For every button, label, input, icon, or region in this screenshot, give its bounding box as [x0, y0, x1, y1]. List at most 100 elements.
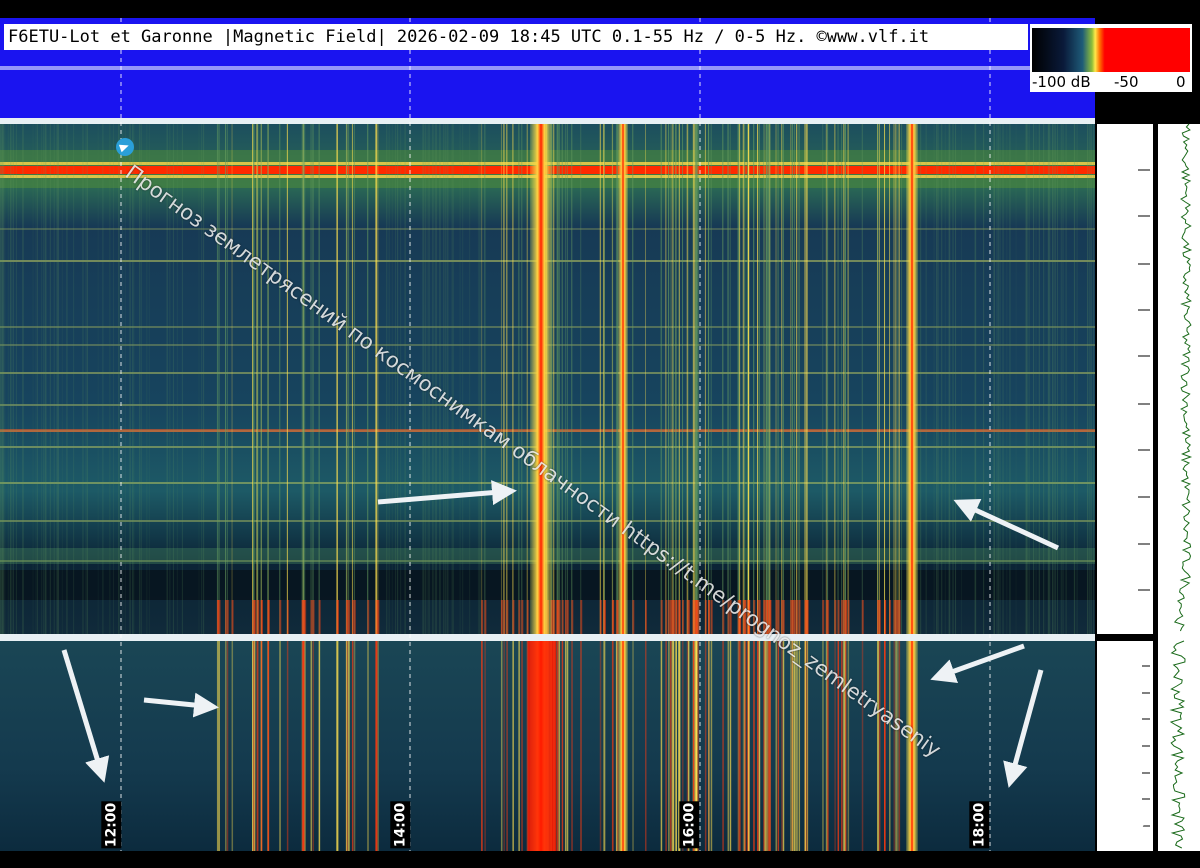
db-label-max: 0 — [1176, 73, 1186, 91]
vertical-trace — [847, 600, 850, 634]
vertical-trace — [353, 641, 356, 851]
vertical-trace — [877, 124, 879, 634]
vertical-trace — [1087, 124, 1089, 634]
vertical-trace — [895, 641, 897, 851]
vertical-trace — [3, 124, 5, 634]
vertical-trace — [781, 124, 783, 634]
vertical-trace — [925, 124, 927, 634]
lower-y-tick: 3.0 — [1121, 685, 1142, 700]
vertical-trace — [484, 600, 487, 634]
vertical-trace — [302, 124, 304, 634]
vertical-trace — [889, 124, 891, 634]
vertical-trace — [267, 641, 269, 851]
vertical-trace — [893, 641, 896, 851]
vertical-trace — [558, 124, 560, 634]
upper-y-tick: 45 — [1097, 208, 1114, 223]
time-label: 16:00 — [679, 801, 700, 849]
vertical-trace — [1033, 124, 1035, 634]
vertical-trace — [231, 124, 233, 634]
vertical-trace — [566, 124, 568, 634]
vertical-trace — [260, 641, 263, 851]
upper-y-tick: 10 — [1097, 536, 1114, 551]
vertical-trace — [1025, 124, 1027, 634]
vertical-trace — [336, 600, 339, 634]
vertical-trace — [225, 600, 228, 634]
vertical-trace — [133, 124, 135, 634]
vertical-trace — [301, 641, 304, 851]
vertical-trace — [4, 124, 6, 634]
vertical-trace — [225, 641, 227, 851]
vertical-trace — [198, 124, 200, 634]
vertical-trace — [671, 641, 674, 851]
vertical-trace — [556, 124, 558, 634]
vertical-trace — [781, 641, 783, 851]
vertical-trace — [216, 600, 219, 634]
vertical-trace — [739, 124, 741, 634]
vertical-trace — [201, 124, 203, 634]
vertical-trace — [124, 124, 126, 634]
vertical-trace — [500, 124, 502, 634]
vertical-trace — [672, 600, 675, 634]
vertical-trace — [580, 124, 582, 634]
vertical-trace — [518, 124, 520, 634]
vertical-trace — [993, 124, 995, 634]
vertical-trace — [1038, 124, 1040, 634]
vertical-trace — [694, 124, 696, 634]
vertical-trace — [748, 641, 750, 851]
vertical-trace — [794, 641, 796, 851]
vertical-trace — [526, 641, 529, 851]
vertical-trace — [451, 124, 453, 634]
upper-y-tick: 30 — [1097, 348, 1114, 363]
vertical-trace — [843, 600, 846, 634]
vertical-trace — [310, 600, 313, 634]
vertical-trace — [348, 641, 350, 851]
vertical-trace — [843, 124, 845, 634]
vertical-trace — [447, 124, 449, 634]
time-label: 12:00 — [101, 801, 122, 849]
lower-y-tick: 2.5 — [1121, 711, 1142, 726]
vertical-trace — [757, 124, 759, 634]
vertical-trace — [827, 124, 829, 634]
time-label: 14:00 — [390, 801, 411, 849]
vertical-trace — [898, 641, 901, 851]
vertical-trace — [1065, 124, 1067, 634]
vertical-trace — [66, 124, 68, 634]
vertical-trace — [825, 600, 828, 634]
vertical-trace — [1076, 124, 1078, 634]
vertical-trace — [753, 641, 755, 851]
vertical-trace — [974, 124, 976, 634]
vertical-trace — [722, 124, 724, 634]
vertical-trace — [252, 124, 254, 634]
vertical-trace — [742, 641, 745, 851]
time-label: 18:00 — [969, 801, 990, 849]
vertical-trace — [279, 641, 281, 851]
vertical-trace — [861, 124, 863, 634]
vertical-trace — [310, 124, 312, 634]
vertical-trace — [765, 641, 768, 851]
vertical-trace — [841, 124, 843, 634]
vertical-trace — [884, 641, 886, 851]
vertical-trace — [889, 600, 892, 634]
vertical-trace — [312, 600, 315, 634]
vertical-trace — [118, 124, 120, 634]
vertical-trace — [367, 124, 369, 634]
vertical-trace — [983, 124, 985, 634]
vertical-trace — [704, 641, 707, 851]
vertical-trace — [898, 600, 901, 634]
vertical-trace — [708, 641, 710, 851]
vertical-trace — [844, 124, 846, 634]
vertical-trace — [603, 600, 606, 634]
vertical-trace — [804, 124, 806, 634]
vertical-trace — [353, 124, 355, 634]
vertical-trace — [806, 124, 808, 634]
vertical-trace — [893, 124, 895, 634]
vertical-trace — [286, 600, 289, 634]
vertical-trace — [710, 641, 713, 851]
vertical-trace — [1054, 124, 1056, 634]
vertical-trace — [632, 124, 634, 634]
vertical-trace — [694, 600, 697, 634]
vertical-trace — [225, 124, 227, 634]
vertical-trace — [672, 641, 675, 851]
vertical-trace — [884, 124, 886, 634]
vertical-trace — [386, 124, 388, 634]
